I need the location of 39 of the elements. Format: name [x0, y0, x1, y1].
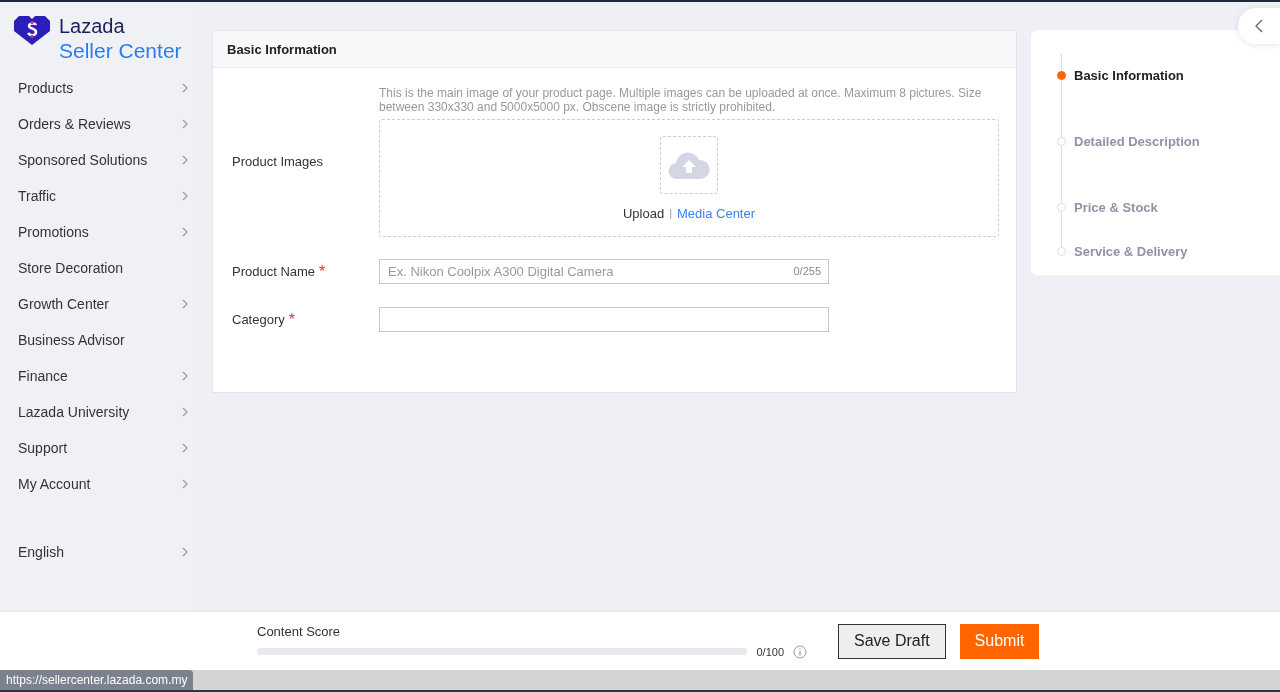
upload-button[interactable] [660, 135, 718, 194]
field-label: Product Images [232, 154, 325, 169]
sidebar-item[interactable]: Traffic [0, 178, 198, 214]
product-name: Seller Center [59, 38, 182, 64]
separator: | [669, 207, 672, 219]
character-counter: 0/255 [793, 265, 821, 277]
sidebar-item[interactable]: Sponsored Solutions [0, 142, 198, 178]
upload-link[interactable]: Upload [622, 205, 665, 221]
score-value: 0/100 [756, 645, 784, 658]
required-mark: * [319, 262, 326, 281]
upload-area[interactable]: Upload | Media Center [379, 119, 999, 237]
step-item[interactable]: Basic Information [1057, 42, 1280, 108]
field-label: Category [232, 312, 285, 327]
sidebar-item[interactable]: Growth Center [0, 286, 198, 322]
sidebar-item[interactable]: Lazada University [0, 394, 198, 430]
text-field[interactable] [379, 307, 829, 332]
sidebar-item[interactable]: Business Advisor [0, 322, 198, 358]
sidebar-item[interactable]: Store Decoration [0, 250, 198, 286]
url-tooltip: https://sellercenter.lazada.com.my [0, 670, 194, 690]
save-draft-button[interactable]: Save Draft [838, 623, 946, 659]
collapse-button[interactable] [1238, 8, 1280, 44]
sidebar-item[interactable]: Promotions [0, 214, 198, 250]
media-center-link[interactable]: Media Center [677, 205, 756, 221]
score-label: Content Score [257, 623, 342, 639]
brand-name: Lazada [59, 14, 126, 38]
sidebar-item[interactable]: My Account [0, 466, 198, 502]
sidebar-item[interactable]: Orders & Reviews [0, 106, 198, 142]
sidebar-item[interactable]: English [0, 534, 198, 570]
field-label: Product Name [232, 264, 316, 279]
sidebar-item[interactable]: Products [0, 70, 198, 106]
sidebar-item[interactable]: Finance [0, 358, 198, 394]
section-title: Basic Information [213, 31, 1016, 68]
heart-logo-icon [13, 14, 51, 46]
chevron-left-icon [1255, 19, 1263, 33]
sidebar-item[interactable]: Support [0, 430, 198, 466]
hint-text: This is the main image of your product page. Multiple images can be uploaded at once. Maximum 8 pictures. Size between 330x330 and 5000x5000 px. Obscene image is strictly prohibited. [379, 86, 983, 114]
cloud-upload-icon [668, 150, 710, 179]
required-mark: * [288, 310, 295, 329]
info-icon[interactable] [793, 644, 807, 659]
